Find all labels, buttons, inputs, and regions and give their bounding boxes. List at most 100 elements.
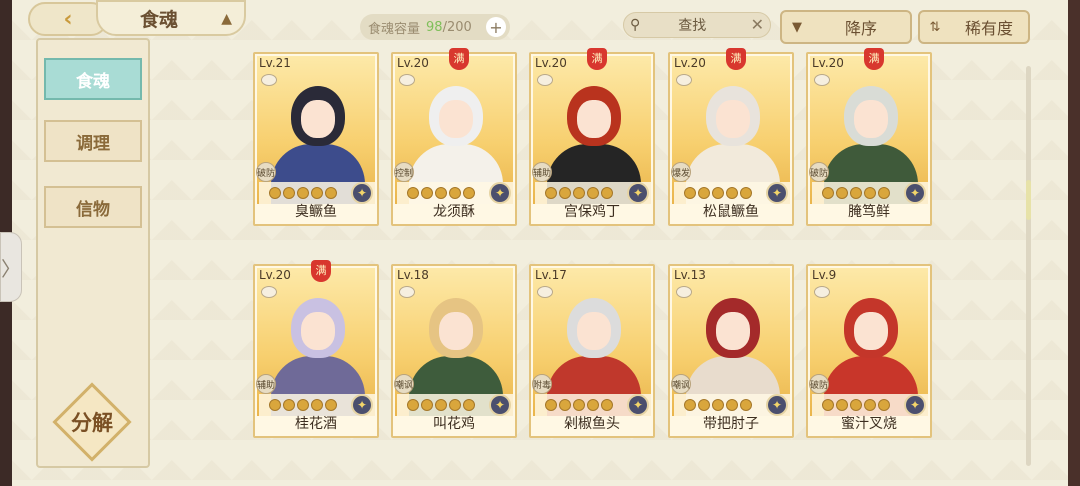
eye-icon bbox=[814, 74, 830, 86]
character-face bbox=[577, 312, 611, 350]
tab-tokens[interactable]: 信物 bbox=[44, 186, 142, 228]
spoon-icon bbox=[836, 187, 848, 199]
chevron-right-icon: 〉 bbox=[1, 256, 21, 281]
max-badge: 满 bbox=[449, 48, 469, 70]
character-card[interactable]: Lv.20 满辅助 ✦ 桂花酒 bbox=[253, 260, 379, 438]
capacity-current: 98 bbox=[426, 19, 443, 35]
character-card[interactable]: Lv.20 满破防 ✦ 腌笃鲜 bbox=[806, 48, 932, 226]
character-card[interactable]: Lv.20 满爆发 ✦ 松鼠鳜鱼 bbox=[668, 48, 794, 226]
role-badge: 爆发 bbox=[671, 162, 691, 182]
eye-icon bbox=[537, 74, 553, 86]
spoon-icon bbox=[435, 399, 447, 411]
element-icon: ✦ bbox=[489, 394, 511, 416]
spoon-icon bbox=[311, 399, 323, 411]
spoon-icon bbox=[573, 187, 585, 199]
character-face bbox=[716, 100, 750, 138]
character-name: 宫保鸡丁 bbox=[564, 204, 620, 220]
spoon-icon bbox=[684, 399, 696, 411]
character-card[interactable]: Lv.18 嘲讽 ✦ 叫花鸡 bbox=[391, 264, 517, 438]
element-icon: ✦ bbox=[351, 394, 373, 416]
scrollbar-thumb[interactable] bbox=[1026, 180, 1031, 220]
character-card[interactable]: Lv.21 破防 ✦ 臭鳜鱼 bbox=[253, 52, 379, 226]
close-icon[interactable]: ✕ bbox=[751, 15, 764, 34]
character-face bbox=[301, 312, 335, 350]
spoon-icon bbox=[435, 187, 447, 199]
add-capacity-button[interactable]: + bbox=[486, 17, 506, 37]
level-label: Lv.9 bbox=[812, 268, 837, 282]
character-face bbox=[301, 100, 335, 138]
tab-conditioning[interactable]: 调理 bbox=[44, 120, 142, 162]
search-icon: ⚲ bbox=[630, 17, 641, 33]
character-card[interactable]: Lv.17 附毒 ✦ 剁椒鱼头 bbox=[529, 264, 655, 438]
spoon-icon bbox=[325, 187, 337, 199]
spoon-icon bbox=[698, 399, 710, 411]
spoon-icon bbox=[421, 399, 433, 411]
sort-by-button[interactable]: ⇅ 稀有度 bbox=[918, 10, 1030, 44]
level-label: Lv.17 bbox=[535, 268, 567, 282]
character-card[interactable]: Lv.13 嘲讽 ✦ 带把肘子 bbox=[668, 264, 794, 438]
spoon-icon bbox=[712, 187, 724, 199]
spoon-icon bbox=[712, 399, 724, 411]
eye-icon bbox=[261, 74, 277, 86]
spoon-icon bbox=[269, 399, 281, 411]
level-label: Lv.20 bbox=[535, 56, 567, 70]
max-badge: 满 bbox=[311, 260, 331, 282]
decompose-button[interactable]: 分解 bbox=[52, 382, 132, 462]
page-title-tab: 食魂 ▲ bbox=[96, 0, 246, 36]
role-badge: 破防 bbox=[809, 374, 829, 394]
character-card[interactable]: Lv.9 破防 ✦ 蜜汁叉烧 bbox=[806, 264, 932, 438]
role-badge: 辅助 bbox=[532, 162, 552, 182]
spoon-icon bbox=[269, 187, 281, 199]
spoon-icon bbox=[463, 399, 475, 411]
chef-hat-icon: ▲ bbox=[221, 11, 232, 27]
character-name: 松鼠鳜鱼 bbox=[703, 204, 759, 220]
character-name: 腌笃鲜 bbox=[848, 204, 890, 220]
spoon-icon bbox=[545, 399, 557, 411]
scrollbar-track[interactable] bbox=[1026, 66, 1031, 466]
spoon-icon bbox=[283, 187, 295, 199]
eye-icon bbox=[537, 286, 553, 298]
sort-order-button[interactable]: ▼ 降序 bbox=[780, 10, 912, 44]
side-drawer-handle[interactable]: 〉 bbox=[0, 232, 22, 302]
spoon-icon bbox=[407, 399, 419, 411]
element-icon: ✦ bbox=[766, 394, 788, 416]
character-face bbox=[854, 100, 888, 138]
eye-icon bbox=[814, 286, 830, 298]
role-badge: 控制 bbox=[394, 162, 414, 182]
eye-icon bbox=[399, 286, 415, 298]
level-label: Lv.20 bbox=[259, 268, 291, 282]
character-card[interactable]: Lv.20 满控制 ✦ 龙须酥 bbox=[391, 48, 517, 226]
spoon-icon bbox=[698, 187, 710, 199]
spoon-icon bbox=[822, 187, 834, 199]
sort-order-label: 降序 bbox=[844, 19, 877, 38]
level-label: Lv.20 bbox=[674, 56, 706, 70]
spoon-icon bbox=[297, 399, 309, 411]
tab-food-soul[interactable]: 食魂 bbox=[44, 58, 142, 100]
character-name: 臭鳜鱼 bbox=[295, 204, 337, 220]
eye-icon bbox=[676, 286, 692, 298]
search-input[interactable]: ⚲ 查找 ✕ bbox=[623, 12, 771, 38]
role-badge: 辅助 bbox=[256, 374, 276, 394]
character-name: 叫花鸡 bbox=[433, 416, 475, 432]
spoon-icon bbox=[740, 187, 752, 199]
role-badge: 附毒 bbox=[532, 374, 552, 394]
spoon-icon bbox=[311, 187, 323, 199]
spoon-icon bbox=[573, 399, 585, 411]
spoon-icon bbox=[587, 187, 599, 199]
element-icon: ✦ bbox=[766, 182, 788, 204]
spoon-icon bbox=[449, 187, 461, 199]
character-name: 桂花酒 bbox=[295, 416, 337, 432]
role-badge: 破防 bbox=[256, 162, 276, 182]
max-badge: 满 bbox=[864, 48, 884, 70]
spoon-icon bbox=[878, 399, 890, 411]
role-badge: 破防 bbox=[809, 162, 829, 182]
character-card[interactable]: Lv.20 满辅助 ✦ 宫保鸡丁 bbox=[529, 48, 655, 226]
spoon-icon bbox=[601, 187, 613, 199]
level-label: Lv.13 bbox=[674, 268, 706, 282]
back-arrow-icon: ‹ bbox=[63, 6, 73, 32]
spoon-icon bbox=[407, 187, 419, 199]
character-face bbox=[716, 312, 750, 350]
spoon-icon bbox=[684, 187, 696, 199]
spoon-icon bbox=[822, 399, 834, 411]
role-badge: 嘲讽 bbox=[394, 374, 414, 394]
